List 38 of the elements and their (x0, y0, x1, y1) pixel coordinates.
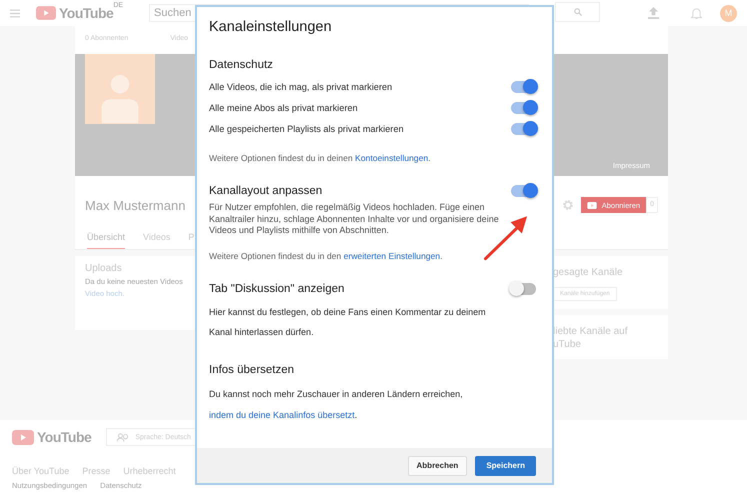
section-title: Datenschutz (209, 59, 273, 71)
toggle-switch[interactable] (511, 122, 536, 134)
avatar-button[interactable]: M (720, 4, 737, 22)
section-note: Weitere Optionen findest du in deinen Kontoeinstellungen. (209, 153, 432, 163)
settings-link[interactable]: erweiterten Einstellungen (344, 250, 440, 260)
search-icon (574, 8, 582, 16)
toggle-label: Alle Videos, die ich mag, als privat markieren (209, 82, 392, 92)
people-icon (117, 432, 130, 442)
gear-icon[interactable] (562, 199, 574, 211)
dialog-title: Kanaleinstellungen (209, 19, 333, 35)
channel-tab[interactable]: Übersicht (87, 232, 126, 249)
search-button[interactable] (555, 2, 600, 22)
section-title: Infos übersetzen (209, 364, 294, 376)
section-title: Kanallayout anpassen (209, 185, 322, 197)
logo-text: YouTube (59, 5, 114, 21)
section-note: Weitere Optionen findest du in den erweiterten Einstellungen. (209, 250, 444, 260)
upload-icon[interactable] (648, 7, 659, 19)
channel-name: Max Mustermann (85, 198, 186, 212)
section-description: Für Nutzer empfohlen, die regelmäßig Videos hochladen. Füge einen Kanaltrailer hinzu, schlage Abonnenten Inhalte vor und organisiere deine Videos und Playlists mithilfe von Abschnitten. (209, 202, 500, 236)
section-note: Du kannst noch mehr Zuschauer in anderen Ländern erreichen, indem du deine Kanalinfos übersetzt. (209, 388, 464, 422)
section-title: Tab "Diskussion" anzeigen (209, 282, 344, 294)
toggle-switch[interactable] (511, 102, 536, 114)
settings-link[interactable]: Kontoeinstellungen (355, 153, 428, 163)
toggle-label: Alle gespeicherten Playlists als privat markieren (209, 124, 404, 134)
play-logo-icon (36, 6, 56, 20)
section-description: Hier kannst du festlegen, ob deine Fans einen Kommentar zu deinem Kanal hinterlassen dürfen. (209, 306, 487, 338)
menu-icon[interactable] (10, 8, 20, 18)
cancel-button[interactable]: Abbrechen (408, 456, 468, 476)
bell-icon[interactable] (691, 6, 702, 20)
toggle-label: Alle meine Abos als privat markieren (209, 102, 358, 112)
save-button[interactable]: Speichern (475, 456, 536, 476)
toggle-switch[interactable] (511, 282, 536, 294)
settings-link[interactable]: indem du deine Kanalinfos übersetzt (209, 410, 355, 420)
toggle-switch[interactable] (511, 80, 536, 92)
toggle-switch[interactable] (511, 185, 536, 197)
footer-logo-text: YouTube (37, 429, 92, 445)
play-logo-icon (586, 202, 597, 208)
play-logo-icon (12, 430, 34, 444)
